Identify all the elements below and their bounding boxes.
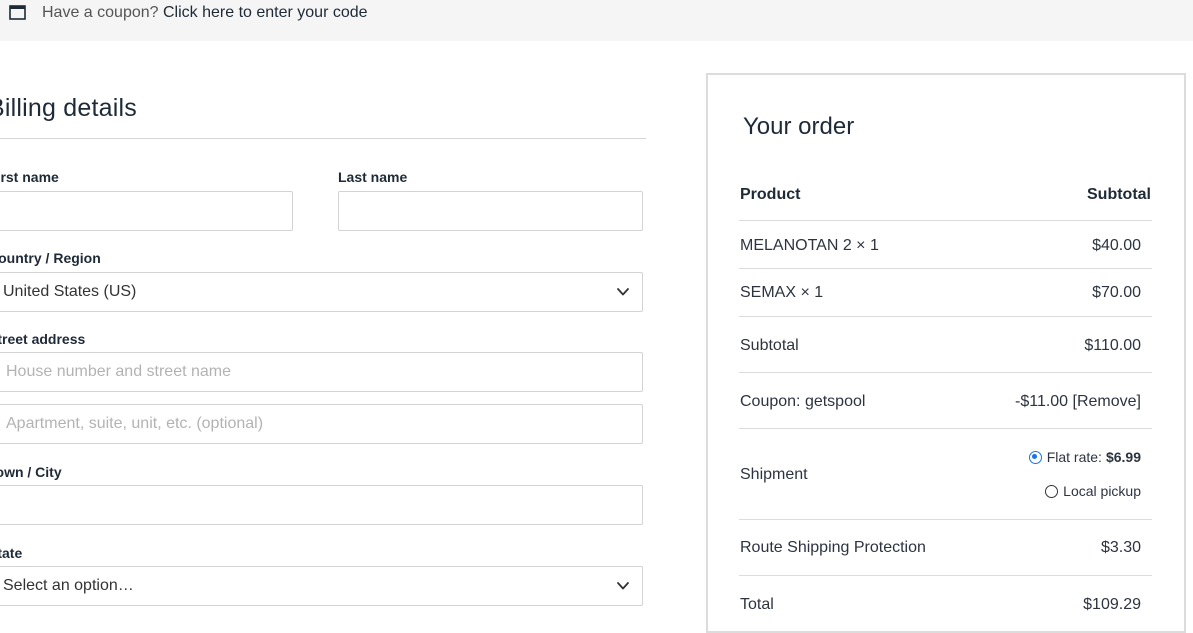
flat-rate-label: Flat rate: [1046,449,1102,465]
chevron-down-icon [617,582,629,590]
order-item-row: SEMAX × 1 $70.00 [739,269,1152,317]
last-name-field[interactable] [338,191,643,231]
state-label: State [0,545,23,561]
state-selected-value: Select an option… [3,577,134,594]
coupon-discount-row: Coupon: getspool -$11.00 [Remove] [739,373,1152,429]
shipment-row: Shipment Flat rate: $6.99 Local pickup [739,429,1152,520]
local-pickup-option[interactable]: Local pickup [1045,483,1141,499]
order-table: Product Subtotal MELANOTAN 2 × 1 $40.00 … [739,170,1152,624]
order-item-name: MELANOTAN 2 × 1 [740,237,879,254]
order-total-row: Total $109.29 [739,576,1152,624]
billing-divider [0,138,646,139]
order-table-header: Product Subtotal [739,170,1152,221]
city-label: Town / City [0,464,62,480]
product-column-header: Product [740,186,801,203]
order-item-row: MELANOTAN 2 × 1 $40.00 [739,221,1152,269]
shipping-protection-label: Route Shipping Protection [740,539,926,556]
window-icon [9,5,26,20]
local-pickup-label: Local pickup [1063,483,1141,499]
coupon-notice: Have a coupon? Click here to enter your … [0,0,1193,41]
order-total-label: Total [740,596,774,613]
order-total-value: $109.29 [1083,596,1141,613]
country-label: Country / Region [0,250,101,266]
order-item-name: SEMAX × 1 [740,284,824,301]
cart-subtotal-label: Subtotal [740,337,799,354]
cart-subtotal-value: $110.00 [1084,337,1141,354]
country-selected-value: United States (US) [3,283,137,300]
subtotal-column-header: Subtotal [1087,186,1151,203]
remove-coupon-link[interactable]: [Remove] [1073,393,1141,410]
city-field[interactable] [0,485,643,525]
coupon-code-label: Coupon: getspool [740,393,866,410]
coupon-prompt: Have a coupon? [42,4,159,21]
first-name-label: First name [0,169,59,185]
shipping-protection-row: Route Shipping Protection $3.30 [739,520,1152,576]
order-title: Your order [743,113,855,140]
flat-rate-price: $6.99 [1105,449,1141,465]
chevron-down-icon [617,288,629,296]
shipping-protection-value: $3.30 [1100,539,1141,556]
enter-coupon-link[interactable]: Click here to enter your code [163,4,368,21]
flat-rate-option[interactable]: Flat rate: $6.99 [1028,449,1141,465]
shipment-label: Shipment [740,466,808,483]
coupon-message: Have a coupon? Click here to enter your … [42,4,368,22]
street-address-2-field[interactable] [0,404,643,444]
flat-rate-radio[interactable] [1028,450,1042,464]
order-item-price: $70.00 [1092,284,1141,301]
coupon-discount-amount: -$11.00 [1015,393,1069,410]
billing-title: Billing details [0,94,137,122]
coupon-discount-value: -$11.00 [Remove] [1015,393,1141,411]
last-name-label: Last name [338,169,408,185]
street-address-field[interactable] [0,352,643,392]
state-select[interactable]: Select an option… [0,566,643,606]
street-address-label: Street address [0,331,86,347]
order-item-price: $40.00 [1092,237,1141,254]
local-pickup-radio[interactable] [1045,484,1059,498]
country-select[interactable]: United States (US) [0,272,643,312]
cart-subtotal-row: Subtotal $110.00 [739,317,1152,373]
first-name-field[interactable] [0,191,293,231]
